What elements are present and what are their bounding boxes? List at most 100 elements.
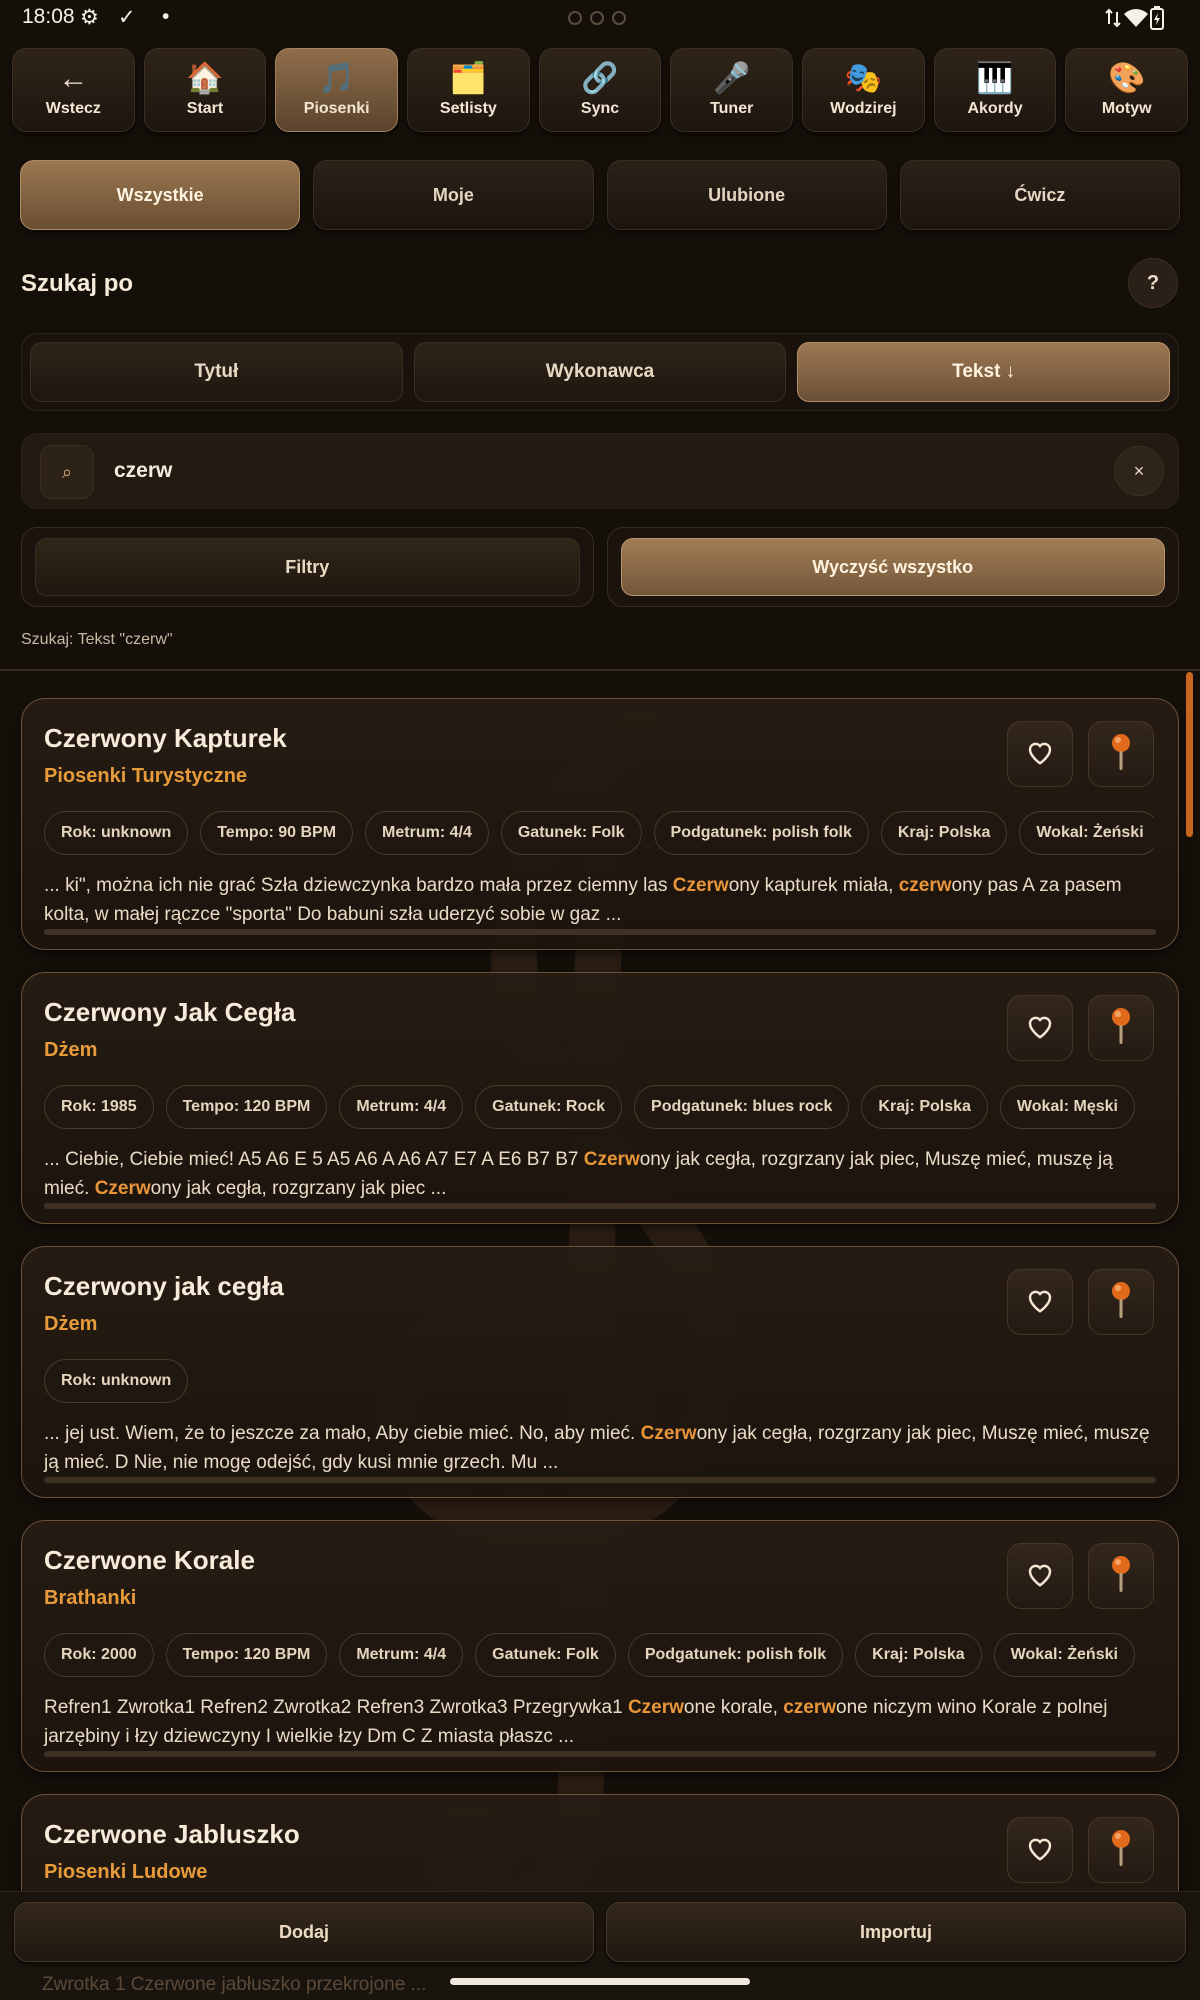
nav-label: Sync <box>580 99 620 117</box>
search-value[interactable]: czerw <box>114 459 172 483</box>
status-time: 18:08 <box>22 5 75 28</box>
snippet-text: ony jak cegła, rozgrzany jak piec ... <box>150 1178 447 1199</box>
nav-sync-button[interactable]: 🔗 Sync <box>538 48 662 132</box>
link-icon: 🔗 <box>581 61 619 95</box>
song-meta-chip: Rok: unknown <box>44 811 189 855</box>
pin-button[interactable] <box>1088 1817 1154 1883</box>
arrow-left-icon: ← <box>58 61 89 95</box>
nav-tuner-button[interactable]: 🎤 Tuner <box>670 48 794 132</box>
song-meta-chip: Kraj: Polska <box>861 1085 988 1129</box>
wifi-icon <box>1124 9 1148 27</box>
pushpin-icon <box>1107 732 1135 777</box>
nav-label: Akordy <box>967 99 1023 117</box>
song-title: Czerwony jak cegła <box>44 1271 284 1301</box>
song-artist: Dżem <box>44 1313 98 1335</box>
nav-label: Piosenki <box>303 99 370 117</box>
favorite-button[interactable] <box>1007 995 1073 1061</box>
nav-host-button[interactable]: 🎭 Wodzirej <box>802 48 925 132</box>
nav-label: Motyw <box>1101 99 1152 117</box>
match-highlight: Czerw <box>640 1423 697 1444</box>
nav-setlists-button[interactable]: 🗂️ Setlisty <box>407 48 530 132</box>
clear-all-button[interactable]: Wyczyść wszystko <box>620 538 1165 596</box>
song-meta-chip: Tempo: 120 BPM <box>165 1085 328 1129</box>
search-by-title: Szukaj po <box>21 270 134 297</box>
clear-search-button[interactable]: × <box>1114 446 1164 496</box>
search-by-title-option[interactable]: Tytuł <box>30 342 403 402</box>
nav-theme-button[interactable]: 🎨 Motyw <box>1065 48 1189 132</box>
lyrics-snippet: ... jej ust. Wiem, że to jeszcze za mało… <box>44 1419 1156 1477</box>
nav-back-button[interactable]: ← Wstecz <box>12 48 135 132</box>
pin-button[interactable] <box>1088 721 1154 787</box>
help-button[interactable]: ? <box>1128 258 1178 308</box>
theater-masks-icon: 🎭 <box>844 61 883 95</box>
status-bar: 18:08 ⚙ ✓ • <box>0 0 1200 36</box>
tab-all[interactable]: Wszystkie <box>20 160 301 230</box>
action-buttons: Filtry Wyczyść wszystko <box>21 527 1179 607</box>
search-icon[interactable]: ⌕ <box>40 445 94 499</box>
add-button[interactable]: Dodaj <box>14 1902 594 1962</box>
favorite-button[interactable] <box>1007 1543 1073 1609</box>
filter-tabs: Wszystkie Moje Ulubione Ćwicz <box>20 160 1180 230</box>
tab-practice[interactable]: Ćwicz <box>899 160 1180 230</box>
tab-favorites[interactable]: Ulubione <box>606 160 887 230</box>
top-navigation: ← Wstecz 🏠 Start 🎵 Piosenki 🗂️ Setlisty 🔗 Syn… <box>12 48 1189 132</box>
music-notes-icon: 🎵 <box>318 61 356 95</box>
song-meta-chip: Gatunek: Rock <box>475 1085 623 1129</box>
song-title: Czerwone Jabluszko <box>44 1819 300 1849</box>
tab-mine[interactable]: Moje <box>313 160 594 230</box>
data-arrows-icon <box>1105 8 1121 28</box>
song-meta-chip: Podgatunek: polish folk <box>653 811 869 855</box>
match-highlight: czerw <box>898 875 952 896</box>
chip-scrollbar[interactable] <box>44 1751 1156 1757</box>
search-by-lyrics-option[interactable]: Tekst ↓ <box>797 342 1171 402</box>
song-meta-chips: Rok: unknown <box>44 1359 1154 1403</box>
dot-status-icon: • <box>162 5 170 28</box>
gesture-handle[interactable] <box>450 1978 750 1985</box>
heart-icon <box>1025 1833 1055 1868</box>
pin-button[interactable] <box>1088 1543 1154 1609</box>
pin-button[interactable] <box>1088 1269 1154 1335</box>
nav-label: Setlisty <box>439 99 497 117</box>
song-card[interactable]: Czerwone Jabluszko Piosenki Ludowe <box>21 1794 1179 1891</box>
nav-label: Start <box>186 99 224 117</box>
song-meta-chip: Rok: 2000 <box>44 1633 154 1677</box>
snippet-text: one korale, <box>683 1697 784 1718</box>
favorite-button[interactable] <box>1007 1817 1073 1883</box>
match-highlight: Czerw <box>94 1178 151 1199</box>
heart-icon <box>1025 1011 1055 1046</box>
chip-scrollbar[interactable] <box>44 929 1156 935</box>
import-button[interactable]: Importuj <box>606 1902 1186 1962</box>
heart-icon <box>1025 737 1055 772</box>
song-card[interactable]: Czerwony Kapturek Piosenki Turystyczne Rok… <box>21 698 1179 950</box>
favorite-button[interactable] <box>1007 721 1073 787</box>
song-meta-chips: Rok: unknown Tempo: 90 BPM Metrum: 4/4 Gatu… <box>44 811 1154 855</box>
search-summary: Szukaj: Tekst "czerw" <box>21 631 173 648</box>
pushpin-icon <box>1107 1280 1135 1325</box>
song-card[interactable]: Czerwony Jak Cegła Dżem Rok: 1985 Tempo: 12… <box>21 972 1179 1224</box>
nav-chords-button[interactable]: 🎹 Akordy <box>933 48 1057 132</box>
microphone-icon: 🎤 <box>713 61 751 95</box>
lyrics-snippet: ... Ciebie, Ciebie mieć! A5 A6 E 5 A5 A6… <box>44 1145 1156 1203</box>
folder-icon: 🗂️ <box>449 61 488 95</box>
list-scrollbar[interactable] <box>1186 672 1193 837</box>
nav-start-button[interactable]: 🏠 Start <box>143 48 267 132</box>
song-meta-chip: Metrum: 4/4 <box>365 811 489 855</box>
song-meta-chip: Wokal: Żeński <box>993 1633 1135 1677</box>
nav-songs-button[interactable]: 🎵 Piosenki <box>275 48 399 132</box>
song-list[interactable]: Czerwony Kapturek Piosenki Turystyczne Rok… <box>0 671 1200 1891</box>
song-meta-chip: Tempo: 90 BPM <box>200 811 354 855</box>
filters-button[interactable]: Filtry <box>35 538 580 596</box>
song-meta-chip: Kraj: Polska <box>855 1633 982 1677</box>
favorite-button[interactable] <box>1007 1269 1073 1335</box>
chip-scrollbar[interactable] <box>44 1203 1156 1209</box>
song-meta-chip: Podgatunek: polish folk <box>627 1633 844 1677</box>
nav-label: Tuner <box>710 99 754 117</box>
search-input[interactable]: ⌕ czerw × <box>21 433 1179 509</box>
pin-button[interactable] <box>1088 995 1154 1061</box>
song-meta-chip: Wokal: Żeński <box>1019 811 1154 855</box>
search-by-artist-option[interactable]: Wykonawca <box>413 342 787 402</box>
song-card[interactable]: Czerwony jak cegła Dżem Rok: unknown ... je… <box>21 1246 1179 1498</box>
song-card[interactable]: Czerwone Korale Brathanki Rok: 2000 Tempo: … <box>21 1520 1179 1772</box>
search-field-selector: Tytuł Wykonawca Tekst ↓ <box>21 333 1179 411</box>
chip-scrollbar[interactable] <box>44 1477 1156 1483</box>
